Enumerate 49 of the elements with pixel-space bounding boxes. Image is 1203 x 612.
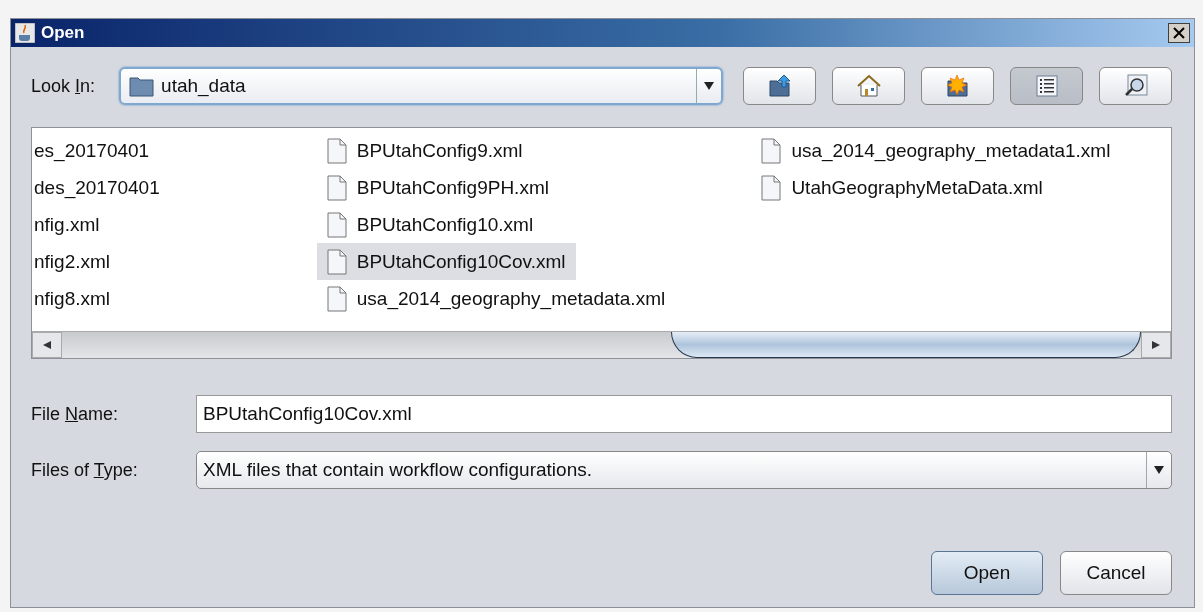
folder-up-icon [766,73,793,99]
close-icon [1173,27,1185,39]
file-item[interactable]: UtahGeographyMetaData.xml [751,169,1053,206]
file-icon [326,174,347,201]
scroll-right-button[interactable] [1141,332,1171,358]
dialog-button[interactable]: Open [931,551,1043,595]
file-icon [761,174,782,201]
toolbar-button[interactable] [1010,67,1083,105]
file-item[interactable]: nfig8.xml [32,280,121,317]
left-arrow-icon [42,340,52,350]
dropdown-arrow-icon [703,81,716,91]
file-item[interactable]: BPUtahConfig10.xml [316,206,544,243]
right-arrow-icon [1151,340,1161,350]
file-item[interactable]: BPUtahConfig9.xml [316,132,533,169]
close-button[interactable] [1168,23,1190,43]
scroll-thumb[interactable] [671,332,1141,358]
toolbar-button[interactable] [1099,67,1172,105]
file-item[interactable]: BPUtahConfig10Cov.xml [316,243,576,280]
new-folder-icon [944,73,971,99]
scroll-left-button[interactable] [32,332,62,358]
look-in-dropdown[interactable]: utah_data [119,67,724,105]
cup-icon [15,23,35,43]
toolbar-button[interactable] [832,67,905,105]
file-icon [761,137,782,164]
file-item[interactable]: nfig2.xml [32,243,121,280]
horizontal-scrollbar[interactable] [32,331,1171,358]
files-of-type-label: Files of Type: [31,459,138,480]
window-title: Open [41,23,86,43]
file-icon [326,248,347,275]
file-icon [326,137,347,164]
toolbar-button[interactable] [921,67,994,105]
file-name-field[interactable]: BPUtahConfig10Cov.xml [196,395,1172,433]
dialog-button[interactable]: Cancel [1060,551,1172,595]
dropdown-arrow-icon [1153,465,1165,475]
file-item[interactable]: usa_2014_geography_metadata.xml [316,280,676,317]
file-icon [326,285,347,312]
file-item[interactable]: BPUtahConfig9PH.xml [316,169,559,206]
file-item[interactable]: des_20170401 [32,169,170,206]
file-icon [326,211,347,238]
home-icon [855,73,882,99]
folder-icon [129,75,156,97]
look-in-label: Look In: [31,75,96,97]
toolbar-button[interactable] [743,67,816,105]
files-of-type-dropdown[interactable]: XML files that contain workflow configurations. [196,451,1172,489]
file-item[interactable]: usa_2014_geography_metadata1.xml [751,132,1121,169]
file-item[interactable]: es_20170401 [32,132,160,169]
file-item[interactable]: nfig.xml [32,206,110,243]
file-name-label: File Name: [31,403,119,424]
details-view-icon [1034,74,1059,98]
